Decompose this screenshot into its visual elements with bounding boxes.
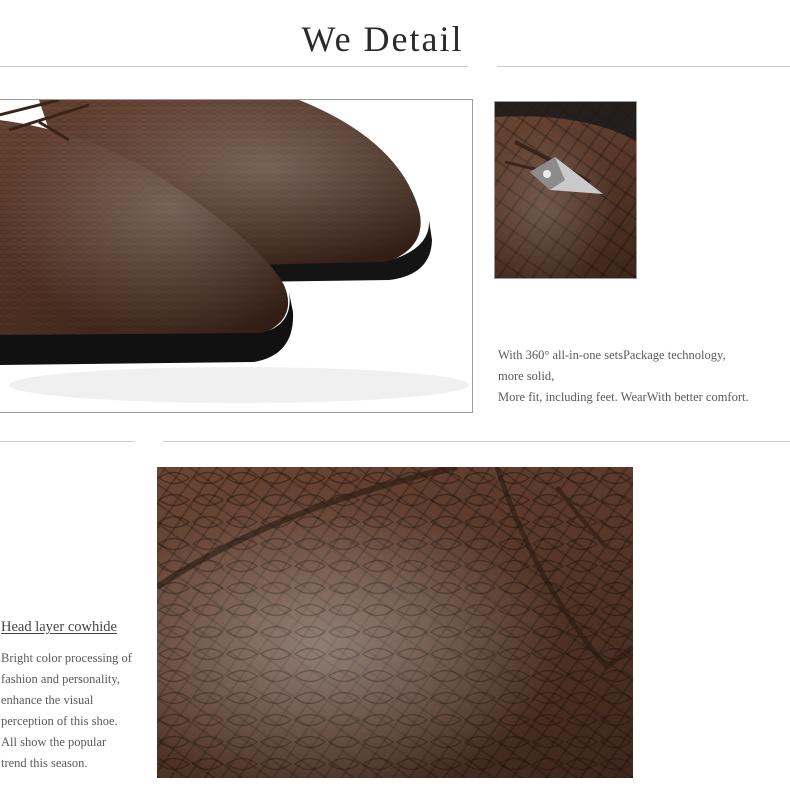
divider-top-right [497, 66, 790, 67]
detail-text-line: More fit, including feet. WearWith bette… [498, 390, 749, 404]
section-heading: Head layer cowhide [1, 619, 117, 635]
detail-description-top: With 360° all-in-one setsPackage technol… [498, 345, 790, 408]
shoe-illustration [0, 100, 469, 403]
hardware-closeup-image [494, 101, 637, 279]
divider-middle-left [0, 441, 135, 442]
divider-middle-right [163, 441, 790, 442]
page-title: We Detail [301, 19, 464, 59]
detail-description-bottom: Head layer cowhide Bright color processi… [1, 619, 151, 774]
divider-top-left [0, 66, 468, 67]
detail-text-line: trend this season. [1, 756, 88, 770]
detail-text-line: enhance the visual [1, 693, 94, 707]
detail-text-line: more solid, [498, 369, 555, 383]
detail-text-line: All show the popular [1, 735, 107, 749]
detail-text-line: perception of this shoe. [1, 714, 118, 728]
detail-text-line: fashion and personality, [1, 672, 120, 686]
detail-text-line: With 360° all-in-one setsPackage technol… [498, 348, 726, 362]
leather-texture-illustration [157, 467, 633, 778]
lace-tip-illustration [495, 102, 636, 194]
leather-closeup-image [157, 467, 633, 778]
detail-text-line: Bright color processing of [1, 651, 132, 665]
main-shoe-image [0, 99, 473, 413]
